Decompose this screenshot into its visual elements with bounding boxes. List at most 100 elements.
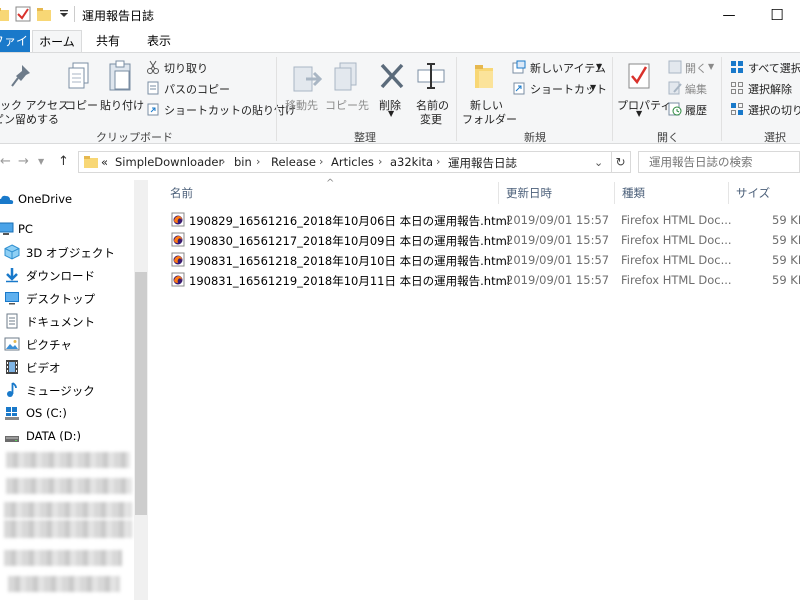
- minimize-button[interactable]: —: [706, 0, 752, 30]
- breadcrumb-current[interactable]: 運用報告日誌: [448, 155, 517, 171]
- address-dropdown-icon[interactable]: ⌄: [594, 156, 603, 169]
- open-button[interactable]: 開く: [685, 60, 707, 76]
- edit-icon[interactable]: [668, 81, 682, 98]
- file-row[interactable]: 190830_16561217_2018年10月09日 本日の運用報告.html…: [168, 230, 800, 250]
- rename-icon[interactable]: [416, 61, 446, 94]
- breadcrumb-chevron-icon[interactable]: ›: [221, 155, 225, 168]
- breadcrumb-prefix[interactable]: «: [101, 155, 108, 169]
- delete-dropdown-icon[interactable]: ▼: [388, 109, 394, 118]
- new-folder-large-icon[interactable]: [472, 61, 498, 94]
- column-header-date[interactable]: 更新日時: [506, 180, 552, 206]
- nav-item-pictures[interactable]: ピクチャ: [0, 333, 134, 355]
- file-row[interactable]: 190831_16561218_2018年10月10日 本日の運用報告.html…: [168, 250, 800, 270]
- copy-path-icon[interactable]: [146, 81, 160, 98]
- nav-item-data-drive[interactable]: DATA (D:): [0, 425, 134, 447]
- nav-item-pc[interactable]: PC: [0, 218, 134, 240]
- breadcrumb-chevron-icon[interactable]: ›: [319, 155, 323, 168]
- open-group-label: 開く: [657, 131, 679, 144]
- customize-dropdown-icon[interactable]: [56, 6, 72, 22]
- nav-item-3d-objects[interactable]: 3D オブジェクト: [0, 241, 134, 263]
- invert-selection-icon[interactable]: [730, 102, 744, 119]
- cut-button[interactable]: 切り取り: [164, 60, 208, 76]
- breadcrumb-item[interactable]: SimpleDownloader: [115, 155, 223, 169]
- column-header-name[interactable]: 名前: [170, 180, 193, 206]
- delete-icon[interactable]: [378, 61, 406, 94]
- copy-button[interactable]: コピー: [65, 97, 98, 113]
- new-folder-icon[interactable]: [36, 6, 52, 22]
- new-folder-label-2[interactable]: フォルダー: [462, 111, 517, 127]
- file-name: 190831_16561218_2018年10月10日 本日の運用報告.html: [189, 254, 510, 268]
- invert-selection-button[interactable]: 選択の切り替え: [748, 102, 800, 118]
- copy-to-button[interactable]: コピー先: [325, 97, 369, 113]
- easy-access-icon[interactable]: [512, 81, 526, 98]
- refresh-icon[interactable]: ↻: [611, 151, 631, 173]
- tab-file[interactable]: ファイル: [0, 30, 30, 52]
- nav-item-desktop[interactable]: デスクトップ: [0, 287, 134, 309]
- copy-path-button[interactable]: パスのコピー: [164, 81, 230, 97]
- forward-arrow-icon[interactable]: →: [18, 154, 29, 169]
- copy-to-icon[interactable]: [332, 61, 362, 96]
- easy-access-dropdown-icon[interactable]: ▼: [590, 83, 596, 92]
- scrollbar-thumb[interactable]: [135, 272, 147, 515]
- nav-item-os-drive[interactable]: OS (C:): [0, 402, 134, 424]
- breadcrumb-chevron-icon[interactable]: ›: [378, 155, 382, 168]
- recent-dropdown-icon[interactable]: ▼: [38, 157, 44, 166]
- search-input[interactable]: [639, 152, 799, 172]
- tab-share[interactable]: 共有: [88, 30, 128, 52]
- tab-view[interactable]: 表示: [138, 30, 180, 52]
- properties-dropdown-icon[interactable]: ▼: [636, 109, 642, 118]
- new-item-icon[interactable]: [512, 60, 526, 77]
- move-to-icon[interactable]: [292, 61, 323, 96]
- breadcrumb-item[interactable]: Articles: [331, 155, 374, 169]
- open-dropdown-icon[interactable]: ▼: [708, 62, 714, 71]
- column-header-type[interactable]: 種類: [622, 180, 645, 206]
- nav-item-downloads[interactable]: ダウンロード: [0, 264, 134, 286]
- nav-item-music[interactable]: ミュージック: [0, 379, 134, 401]
- new-item-dropdown-icon[interactable]: ▼: [596, 62, 602, 71]
- open-icon[interactable]: [668, 60, 682, 77]
- navigation-pane: OneDrive PC 3D オブジェクト ダウンロード デスクトップ ドキュメ…: [0, 180, 148, 600]
- paste-icon[interactable]: [107, 59, 135, 96]
- select-all-button[interactable]: すべて選択: [748, 60, 800, 76]
- properties-button[interactable]: プロパティ: [617, 97, 671, 113]
- select-none-icon[interactable]: [730, 81, 744, 98]
- properties-icon[interactable]: [626, 61, 652, 94]
- paste-shortcut-icon[interactable]: [146, 102, 160, 119]
- column-header-size[interactable]: サイズ: [736, 180, 770, 206]
- breadcrumb-item[interactable]: bin: [234, 155, 252, 169]
- properties-check-icon[interactable]: [15, 6, 31, 22]
- back-arrow-icon[interactable]: ←: [0, 154, 11, 169]
- history-button[interactable]: 履歴: [685, 102, 707, 118]
- file-row[interactable]: 190829_16561216_2018年10月06日 本日の運用報告.html…: [168, 210, 800, 230]
- pin-icon[interactable]: [10, 63, 32, 92]
- clipboard-group-label: クリップボード: [96, 131, 173, 144]
- move-to-button[interactable]: 移動先: [285, 97, 318, 113]
- paste-button[interactable]: 貼り付け: [100, 97, 144, 113]
- select-none-button[interactable]: 選択解除: [748, 81, 792, 97]
- breadcrumb-item[interactable]: a32kita: [390, 155, 433, 169]
- breadcrumb-item[interactable]: Release: [271, 155, 316, 169]
- copy-icon[interactable]: [66, 61, 92, 94]
- nav-item-documents[interactable]: ドキュメント: [0, 310, 134, 332]
- tab-home[interactable]: ホーム: [32, 30, 82, 52]
- rename-label-2[interactable]: 変更: [420, 111, 442, 127]
- breadcrumb-chevron-icon[interactable]: ›: [256, 155, 260, 168]
- address-bar[interactable]: « SimpleDownloader › bin › Release › Art…: [78, 151, 612, 173]
- breadcrumb-chevron-icon[interactable]: ›: [436, 155, 440, 168]
- history-icon[interactable]: [668, 102, 682, 119]
- new-item-button[interactable]: 新しいアイテム: [530, 60, 606, 76]
- scissors-icon[interactable]: [146, 60, 160, 77]
- edit-button[interactable]: 編集: [685, 81, 707, 97]
- column-divider[interactable]: [614, 182, 615, 204]
- nav-pane-scrollbar[interactable]: [134, 180, 148, 600]
- column-divider[interactable]: [728, 182, 729, 204]
- column-divider[interactable]: [498, 182, 499, 204]
- search-box[interactable]: [638, 151, 800, 173]
- file-row[interactable]: 190831_16561219_2018年10月11日 本日の運用報告.html…: [168, 270, 800, 290]
- select-all-icon[interactable]: [730, 60, 744, 77]
- nav-item-videos[interactable]: ビデオ: [0, 356, 134, 378]
- pin-quick-access-label-2[interactable]: にピン留めする: [0, 111, 59, 127]
- maximize-button[interactable]: ☐: [754, 0, 800, 30]
- nav-item-onedrive[interactable]: OneDrive: [0, 188, 134, 210]
- up-arrow-icon[interactable]: ↑: [58, 154, 69, 169]
